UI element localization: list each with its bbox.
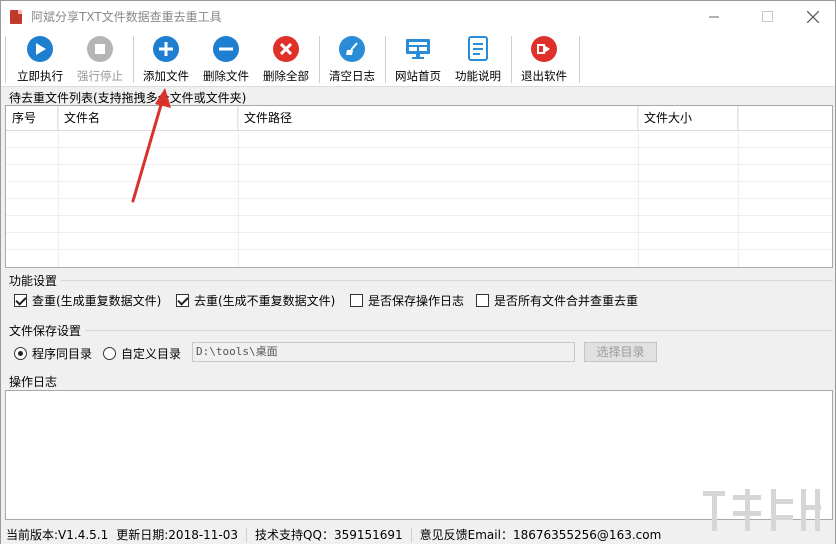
column-header-path[interactable]: 文件路径 [238,106,638,130]
minimize-button[interactable] [691,1,737,32]
radio-button[interactable] [14,347,27,360]
custom-dir-radio[interactable]: 自定义目录 [103,345,181,362]
status-divider [410,527,412,542]
save-log-checkbox[interactable]: 是否保存操作日志 [350,292,464,309]
close-icon [807,10,819,23]
maximize-button[interactable] [744,1,790,32]
feature-help-button[interactable]: 功能说明 [451,36,505,84]
toolbar-separator [319,36,320,83]
grid-line [6,249,832,250]
exit-button[interactable]: 退出软件 [517,36,571,84]
toolbar-separator [385,36,386,83]
title-bar: 阿斌分享TXT文件数据查重去重工具 [1,1,835,32]
delete-all-button[interactable]: 删除全部 [259,36,313,84]
check-duplicates-checkbox[interactable]: 查重(生成重复数据文件) [14,292,161,309]
log-label: 操作日志 [9,375,58,389]
app-icon [10,9,22,24]
minus-icon [213,36,239,62]
toolbar: 立即执行 强行停止 添加文件 删除文件 删除全部 清空日志 网站首页 功能说明 … [1,32,835,87]
choose-directory-button[interactable]: 选择目录 [584,342,657,362]
annotation-arrow-icon [131,88,171,203]
close-button[interactable] [790,1,836,32]
plus-icon [153,36,179,62]
save-path-field[interactable]: D:\tools\桌面 [192,342,575,362]
run-now-button[interactable]: 立即执行 [13,36,67,84]
checkbox-box[interactable] [176,294,189,307]
feedback-email-text: 意见反馈Email：18676355256@163.com [419,528,662,542]
column-header-size[interactable]: 文件大小 [638,106,738,130]
save-settings-label: 文件保存设置 [9,324,82,338]
checkbox-box[interactable] [14,294,27,307]
toolbar-separator [511,36,512,83]
same-dir-radio[interactable]: 程序同目录 [14,345,92,362]
group-divider [85,330,833,331]
support-qq-text: 技术支持QQ：359151691 [255,528,403,542]
remove-duplicates-checkbox[interactable]: 去重(生成不重复数据文件) [176,292,335,309]
broom-icon [339,36,365,62]
checkbox-box[interactable] [350,294,363,307]
watermark-logo-icon [703,489,821,531]
column-header-index[interactable]: 序号 [6,106,58,130]
checkbox-box[interactable] [476,294,489,307]
toolbar-separator [5,36,6,83]
add-file-button[interactable]: 添加文件 [139,36,193,84]
delete-file-button[interactable]: 删除文件 [199,36,253,84]
force-stop-button[interactable]: 强行停止 [73,36,127,84]
exit-icon [531,36,557,62]
window-title: 阿斌分享TXT文件数据查重去重工具 [31,10,222,24]
app-window: 阿斌分享TXT文件数据查重去重工具 立即执行 强行停止 添加文件 删除文件 删除… [0,0,836,544]
document-icon [465,36,491,62]
clear-log-button[interactable]: 清空日志 [325,36,379,84]
radio-button[interactable] [103,347,116,360]
toolbar-separator [133,36,134,83]
grid-line [6,215,832,216]
status-divider [246,527,248,542]
grid-line [6,232,832,233]
update-date-text: 更新日期:2018-11-03 [116,528,239,542]
stop-icon [87,36,113,62]
toolbar-separator [579,36,580,83]
x-icon [273,36,299,62]
maximize-icon [761,11,773,22]
play-icon [27,36,53,62]
version-text: 当前版本:V1.4.5.1 [6,528,109,542]
group-divider [61,280,833,281]
website-home-button[interactable]: 网站首页 [391,36,445,84]
merge-all-checkbox[interactable]: 是否所有文件合并查重去重 [476,292,638,309]
function-settings-label: 功能设置 [9,274,58,288]
monitor-icon [405,36,431,62]
minimize-icon [708,16,719,18]
